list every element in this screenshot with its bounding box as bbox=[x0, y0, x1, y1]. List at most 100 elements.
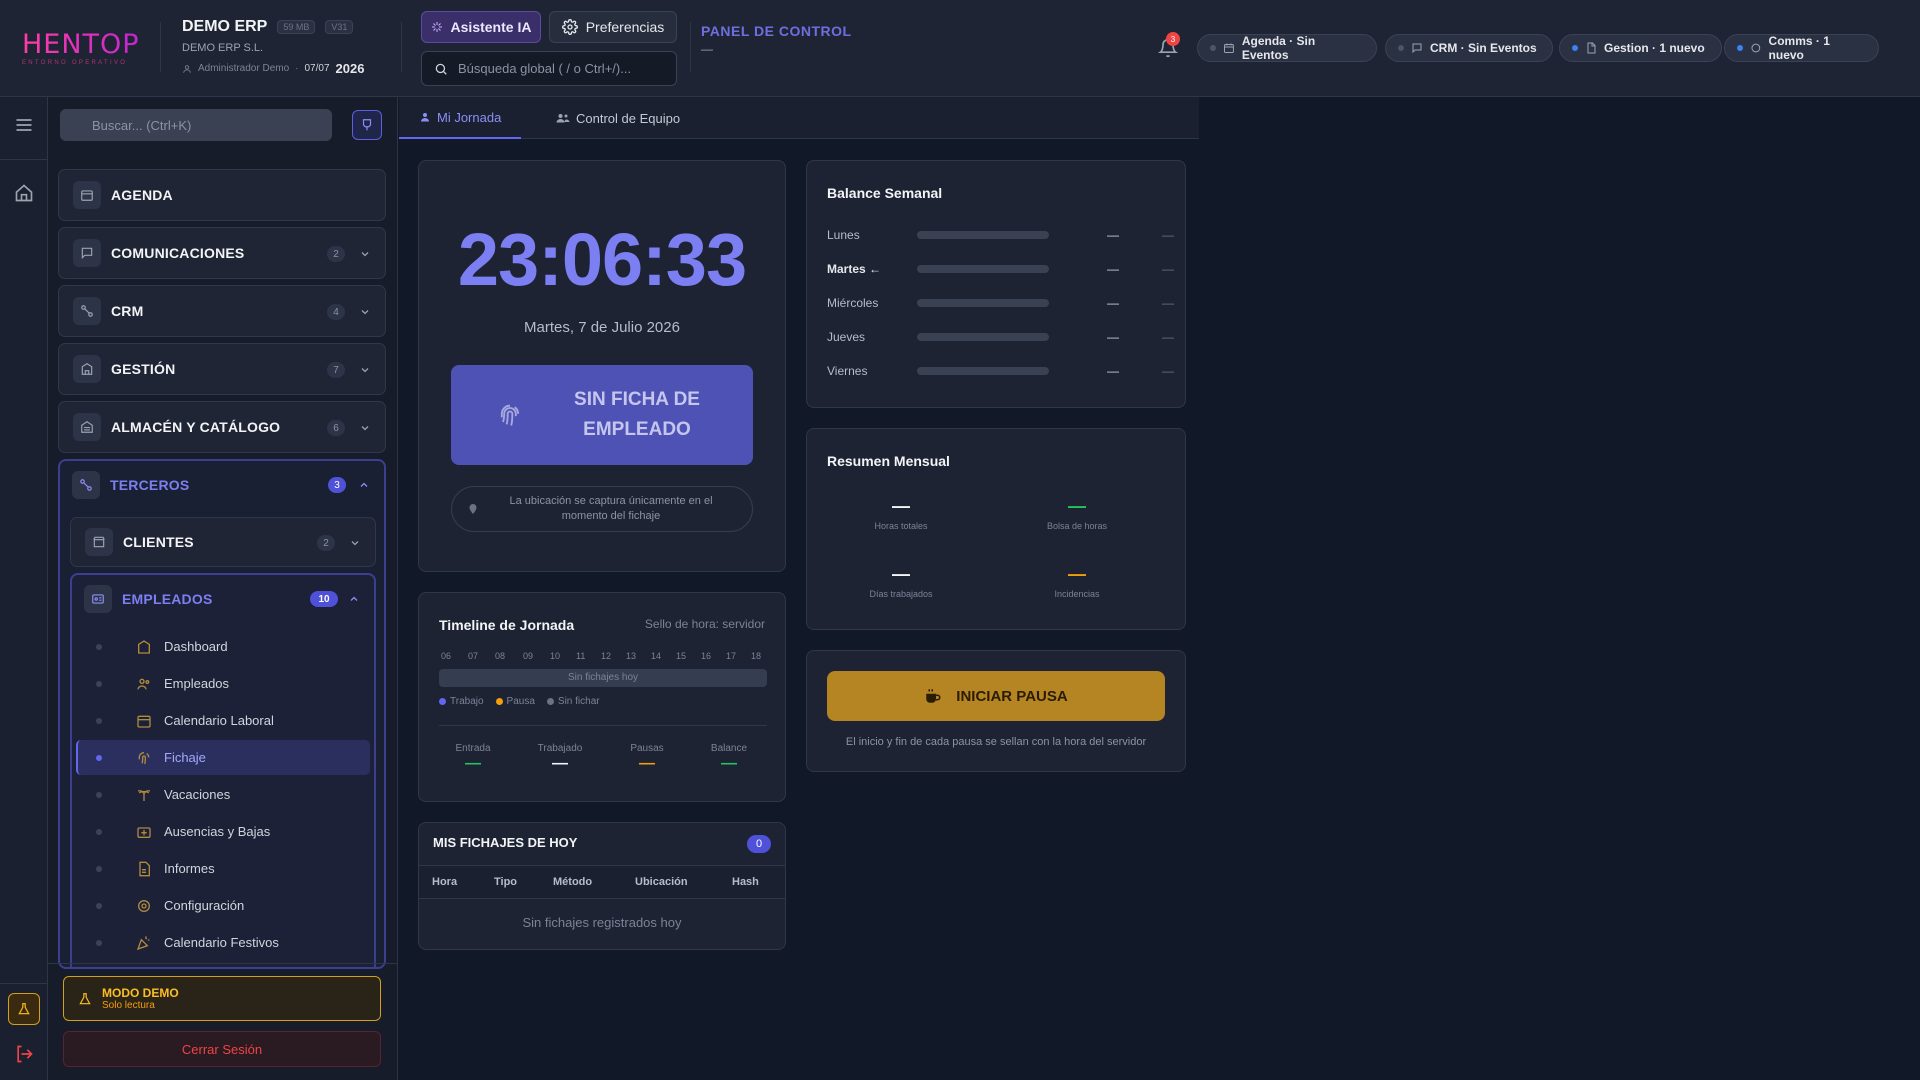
stat-label: Trabajado bbox=[537, 743, 583, 754]
comms-status-label: Comms · 1 nuevo bbox=[1768, 34, 1830, 62]
pause-card: INICIAR PAUSA El inicio y fin de cada pa… bbox=[806, 650, 1186, 772]
tab-control-equipo[interactable]: Control de Equipo bbox=[536, 97, 700, 139]
party-icon bbox=[136, 935, 150, 950]
version-chip: V31 bbox=[325, 20, 354, 34]
sidebar-group-label: TERCEROS bbox=[110, 477, 190, 493]
sidebar-item-vacaciones[interactable]: Vacaciones bbox=[76, 777, 370, 812]
pin-sidebar-button[interactable] bbox=[352, 110, 382, 140]
summary-label: Bolsa de horas bbox=[1046, 521, 1108, 531]
sidebar-item-label: Calendario Festivos bbox=[164, 935, 279, 950]
clock-in-label: SIN FICHA DE EMPLEADO bbox=[574, 389, 700, 440]
sidebar-item-dashboard[interactable]: Dashboard bbox=[76, 629, 370, 664]
agenda-status-pill[interactable]: Agenda · Sin Eventos bbox=[1197, 34, 1377, 62]
hour-label: 14 bbox=[651, 651, 662, 661]
sidebar-search[interactable] bbox=[60, 109, 332, 141]
sidebar-item-fichaje[interactable]: Fichaje bbox=[76, 740, 370, 775]
sidebar-item-label: Vacaciones bbox=[164, 787, 231, 802]
user-icon bbox=[421, 113, 429, 122]
home-icon[interactable] bbox=[14, 183, 34, 203]
app-logo[interactable]: HENTOP ENTORNO OPERATIVO bbox=[22, 31, 142, 66]
logout-button[interactable]: Cerrar Sesión bbox=[63, 1031, 381, 1067]
sidebar-item-label: Informes bbox=[164, 861, 215, 876]
demo-mode-title: MODO DEMO bbox=[102, 986, 179, 1000]
warehouse-icon bbox=[81, 421, 93, 433]
group-count-badge: 2 bbox=[317, 535, 335, 551]
sparkle-icon bbox=[431, 22, 442, 32]
network-icon bbox=[81, 305, 93, 317]
group-count-badge: 3 bbox=[328, 477, 346, 493]
gear-icon bbox=[561, 19, 578, 35]
clock-in-button[interactable]: SIN FICHA DE EMPLEADO bbox=[451, 365, 753, 465]
sidebar-item-calendario-festivos[interactable]: Calendario Festivos bbox=[76, 925, 370, 960]
legend-label: Sin fichar bbox=[557, 696, 600, 707]
balance-row: Miércoles — — bbox=[827, 293, 1174, 313]
fingerprint-icon bbox=[500, 404, 520, 426]
sidebar-subgroup-clientes[interactable]: CLIENTES 2 bbox=[70, 517, 376, 567]
group-count-badge: 7 bbox=[327, 362, 345, 378]
pin-icon bbox=[362, 119, 372, 131]
hour-label: 16 bbox=[701, 651, 712, 661]
global-search[interactable] bbox=[421, 51, 677, 86]
message-icon bbox=[1751, 43, 1761, 53]
sidebar-search-input[interactable] bbox=[92, 117, 312, 133]
sidebar-group-almacen[interactable]: ALMACÉN Y CATÁLOGO 6 bbox=[58, 401, 386, 453]
gestion-status-pill[interactable]: Gestion · 1 nuevo bbox=[1559, 34, 1722, 62]
status-dot bbox=[1398, 45, 1404, 51]
start-pause-button[interactable]: INICIAR PAUSA bbox=[827, 671, 1165, 721]
sidebar-group-comunicaciones[interactable]: COMUNICACIONES 2 bbox=[58, 227, 386, 279]
size-chip: 59 MB bbox=[277, 20, 316, 34]
gestion-status-label: Gestion · 1 nuevo bbox=[1604, 41, 1705, 55]
sidebar-item-label: Dashboard bbox=[164, 639, 228, 654]
stat-entrada: Entrada — bbox=[433, 743, 513, 772]
hour-label: 09 bbox=[523, 651, 534, 661]
hour-label: 12 bbox=[601, 651, 612, 661]
sidebar-group-crm[interactable]: CRM 4 bbox=[58, 285, 386, 337]
menu-icon[interactable] bbox=[14, 115, 34, 135]
balance-hours: — bbox=[1107, 296, 1119, 310]
chevron-down-icon bbox=[361, 310, 369, 315]
hour-label: 15 bbox=[676, 651, 687, 661]
id-card-icon bbox=[92, 594, 104, 604]
page-title: PANEL DE CONTROL bbox=[701, 23, 852, 39]
hour-label: 13 bbox=[626, 651, 637, 661]
fichajes-title: MIS FICHAJES DE HOY bbox=[433, 835, 578, 850]
group-count-badge: 6 bbox=[327, 420, 345, 436]
balance-hours: — bbox=[1107, 364, 1119, 378]
sidebar-item-configuracion[interactable]: Configuración bbox=[76, 888, 370, 923]
sidebar-group-gestion[interactable]: GESTIÓN 7 bbox=[58, 343, 386, 395]
sidebar-item-empleados[interactable]: Empleados bbox=[76, 666, 370, 701]
comms-status-pill[interactable]: Comms · 1 nuevo bbox=[1724, 34, 1879, 62]
sidebar-item-informes[interactable]: Informes bbox=[76, 851, 370, 886]
global-search-input[interactable] bbox=[458, 61, 668, 76]
balance-bar bbox=[917, 231, 1049, 239]
preferences-button[interactable]: Preferencias bbox=[549, 11, 677, 43]
hour-label: 11 bbox=[576, 651, 586, 661]
balance-day: Viernes bbox=[827, 364, 868, 378]
balance-row: Jueves — — bbox=[827, 327, 1174, 347]
report-icon bbox=[139, 861, 150, 876]
logout-icon[interactable] bbox=[14, 1044, 34, 1064]
chevron-down-icon bbox=[351, 541, 359, 546]
fichajes-count-badge: 0 bbox=[747, 835, 771, 853]
sidebar-item-calendario-laboral[interactable]: Calendario Laboral bbox=[76, 703, 370, 738]
balance-diff: — bbox=[1162, 228, 1174, 242]
timeline-card: Timeline de Jornada Sello de hora: servi… bbox=[418, 592, 786, 802]
stat-trabajado: Trabajado — bbox=[520, 743, 600, 772]
crm-status-pill[interactable]: CRM · Sin Eventos bbox=[1385, 34, 1553, 62]
ai-assistant-button[interactable]: Asistente IA bbox=[421, 11, 541, 43]
hour-label: 17 bbox=[726, 651, 737, 661]
sidebar-item-ausencias[interactable]: Ausencias y Bajas bbox=[76, 814, 370, 849]
tab-mi-jornada[interactable]: Mi Jornada bbox=[399, 97, 522, 139]
terceros-header[interactable]: TERCEROS 3 bbox=[60, 461, 384, 509]
clock-card: 23:06:33 Martes, 7 de Julio 2026 SIN FIC… bbox=[418, 160, 786, 572]
status-dot bbox=[1737, 45, 1743, 51]
chevron-up-icon bbox=[350, 596, 358, 601]
chevron-down-icon bbox=[361, 252, 369, 257]
empleados-header[interactable]: EMPLEADOS 10 bbox=[72, 575, 374, 623]
sidebar-group-agenda[interactable]: AGENDA bbox=[58, 169, 386, 221]
stat-label: Pausas bbox=[630, 743, 664, 754]
demo-mode-rail-button[interactable] bbox=[8, 993, 40, 1025]
sidebar-item-label: Ausencias y Bajas bbox=[164, 824, 271, 839]
medical-icon bbox=[137, 826, 151, 838]
summary-value: — bbox=[1068, 496, 1086, 516]
